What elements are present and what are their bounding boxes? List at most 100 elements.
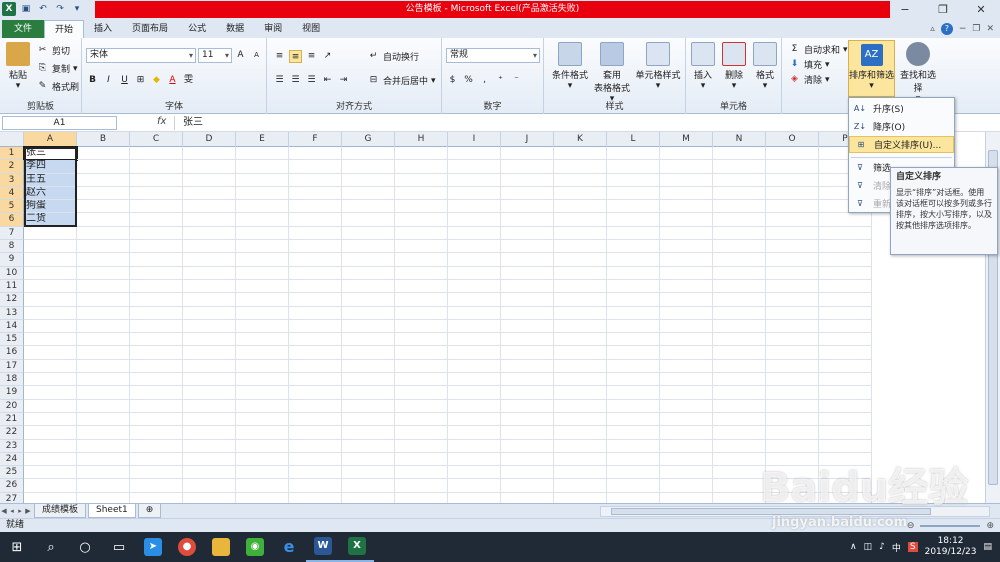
cell[interactable]	[77, 426, 130, 440]
cell[interactable]	[77, 373, 130, 387]
cell[interactable]	[660, 306, 713, 320]
cell[interactable]	[289, 399, 342, 413]
format-painter-button[interactable]: ✎ 格式刷	[36, 80, 79, 93]
row-header[interactable]: 20	[0, 399, 24, 413]
cell[interactable]	[501, 319, 554, 334]
cell[interactable]	[448, 213, 501, 227]
cell[interactable]	[554, 213, 607, 227]
cell[interactable]	[713, 346, 766, 360]
cell[interactable]	[501, 279, 554, 294]
cell[interactable]	[448, 386, 501, 400]
cell[interactable]	[77, 226, 130, 241]
cell[interactable]	[607, 293, 660, 307]
feishu-icon[interactable]: ➤	[136, 532, 170, 562]
menu-item-sort-descending[interactable]: Z↓ 降序(O)	[849, 118, 954, 135]
cell[interactable]	[77, 253, 130, 267]
cell[interactable]	[554, 186, 607, 201]
cell[interactable]	[289, 279, 342, 294]
cell[interactable]	[395, 279, 448, 294]
cell[interactable]	[130, 253, 183, 267]
cell[interactable]	[448, 452, 501, 467]
cell[interactable]	[395, 373, 448, 387]
cell[interactable]	[501, 412, 554, 427]
cell[interactable]	[660, 399, 713, 413]
cell[interactable]	[819, 333, 872, 347]
sheet-tab-grades[interactable]: 成绩模板	[34, 504, 87, 518]
cell[interactable]	[819, 253, 872, 267]
cell[interactable]	[554, 240, 607, 254]
column-header[interactable]: M	[660, 132, 713, 147]
cell[interactable]	[554, 200, 607, 214]
minimize-button[interactable]: −	[886, 0, 924, 20]
cell[interactable]	[766, 213, 819, 227]
cell[interactable]	[395, 160, 448, 174]
row-header[interactable]: 16	[0, 346, 24, 360]
network-icon[interactable]: ◫	[864, 542, 873, 552]
cell[interactable]	[395, 226, 448, 241]
cell[interactable]	[554, 386, 607, 400]
cell[interactable]	[713, 426, 766, 440]
row-header[interactable]: 26	[0, 479, 24, 493]
cell[interactable]	[395, 399, 448, 413]
cell[interactable]	[448, 186, 501, 201]
cell[interactable]	[501, 266, 554, 280]
cell[interactable]	[607, 226, 660, 241]
cell[interactable]	[448, 492, 501, 503]
cell[interactable]	[289, 426, 342, 440]
cell[interactable]	[766, 200, 819, 214]
cell[interactable]	[607, 240, 660, 254]
increase-indent-icon[interactable]: ⇥	[337, 74, 350, 87]
percent-button[interactable]: %	[462, 74, 475, 87]
column-header[interactable]: N	[713, 132, 766, 147]
cell[interactable]	[713, 213, 766, 227]
cell[interactable]	[448, 306, 501, 320]
cell[interactable]	[448, 240, 501, 254]
cell[interactable]	[77, 386, 130, 400]
cell[interactable]	[448, 479, 501, 493]
cell[interactable]	[448, 200, 501, 214]
cell[interactable]	[660, 240, 713, 254]
cell[interactable]	[660, 279, 713, 294]
cell[interactable]	[660, 466, 713, 480]
edge-icon[interactable]: e	[272, 532, 306, 562]
cell[interactable]: 王五	[24, 173, 77, 187]
cell[interactable]	[130, 373, 183, 387]
cell[interactable]	[77, 452, 130, 467]
cell[interactable]	[342, 200, 395, 214]
cell[interactable]	[713, 226, 766, 241]
cell[interactable]	[342, 412, 395, 427]
fill-color-icon[interactable]: ◆	[150, 74, 163, 87]
cell[interactable]	[236, 213, 289, 227]
cell[interactable]	[660, 333, 713, 347]
row-header[interactable]: 25	[0, 466, 24, 480]
cut-button[interactable]: ✂ 剪切	[36, 44, 70, 57]
cell[interactable]	[236, 200, 289, 214]
cell[interactable]	[713, 293, 766, 307]
cell[interactable]: 赵六	[24, 186, 77, 201]
ime-indicator[interactable]: 中	[892, 541, 901, 554]
tab-file[interactable]: 文件	[2, 20, 45, 38]
cell[interactable]	[448, 426, 501, 440]
cell[interactable]	[183, 279, 236, 294]
cell[interactable]	[130, 492, 183, 503]
cell[interactable]	[236, 147, 289, 161]
cell[interactable]: 狗蛋	[24, 200, 77, 214]
cell[interactable]	[501, 426, 554, 440]
cell[interactable]	[236, 359, 289, 374]
cell[interactable]	[448, 346, 501, 360]
cell[interactable]	[24, 466, 77, 480]
row-header[interactable]: 15	[0, 333, 24, 347]
cell[interactable]	[766, 279, 819, 294]
cortana-icon[interactable]: ○	[68, 532, 102, 562]
cell[interactable]	[607, 173, 660, 187]
cell[interactable]	[766, 426, 819, 440]
cell[interactable]	[766, 399, 819, 413]
row-header[interactable]: 4	[0, 186, 24, 201]
cell[interactable]	[607, 266, 660, 280]
grow-font-icon[interactable]: A	[234, 49, 247, 62]
cell[interactable]	[607, 492, 660, 503]
cell[interactable]	[236, 186, 289, 201]
cell[interactable]	[236, 306, 289, 320]
cell[interactable]	[395, 266, 448, 280]
cell[interactable]	[130, 186, 183, 201]
